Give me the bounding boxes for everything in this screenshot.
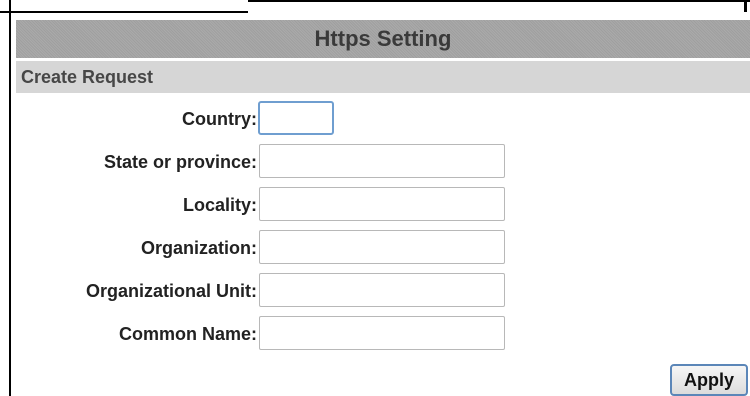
org-unit-label: Organizational Unit: xyxy=(86,280,257,301)
apply-button[interactable]: Apply xyxy=(670,364,748,396)
locality-field[interactable] xyxy=(259,187,505,221)
section-header: Create Request xyxy=(16,61,750,93)
locality-label: Locality: xyxy=(182,194,257,215)
form-row-organization: Organization: xyxy=(0,228,750,268)
common-name-label: Common Name: xyxy=(118,323,257,344)
page-title-bar: Https Setting xyxy=(16,20,750,58)
form-row-country: Country: xyxy=(0,99,750,139)
form-row-org-unit: Organizational Unit: xyxy=(0,271,750,311)
page-title: Https Setting xyxy=(314,26,452,51)
form-row-state: State or province: xyxy=(0,142,750,182)
form-row-locality: Locality: xyxy=(0,185,750,225)
section-title: Create Request xyxy=(21,66,154,87)
country-field[interactable] xyxy=(258,101,334,135)
organization-label: Organization: xyxy=(141,237,257,258)
form-row-common-name: Common Name: xyxy=(0,314,750,354)
organization-field[interactable] xyxy=(259,230,505,264)
common-name-field[interactable] xyxy=(259,316,505,350)
state-field[interactable] xyxy=(259,144,505,178)
state-label: State or province: xyxy=(103,151,257,172)
org-unit-field[interactable] xyxy=(259,273,505,307)
country-label: Country: xyxy=(182,108,257,129)
